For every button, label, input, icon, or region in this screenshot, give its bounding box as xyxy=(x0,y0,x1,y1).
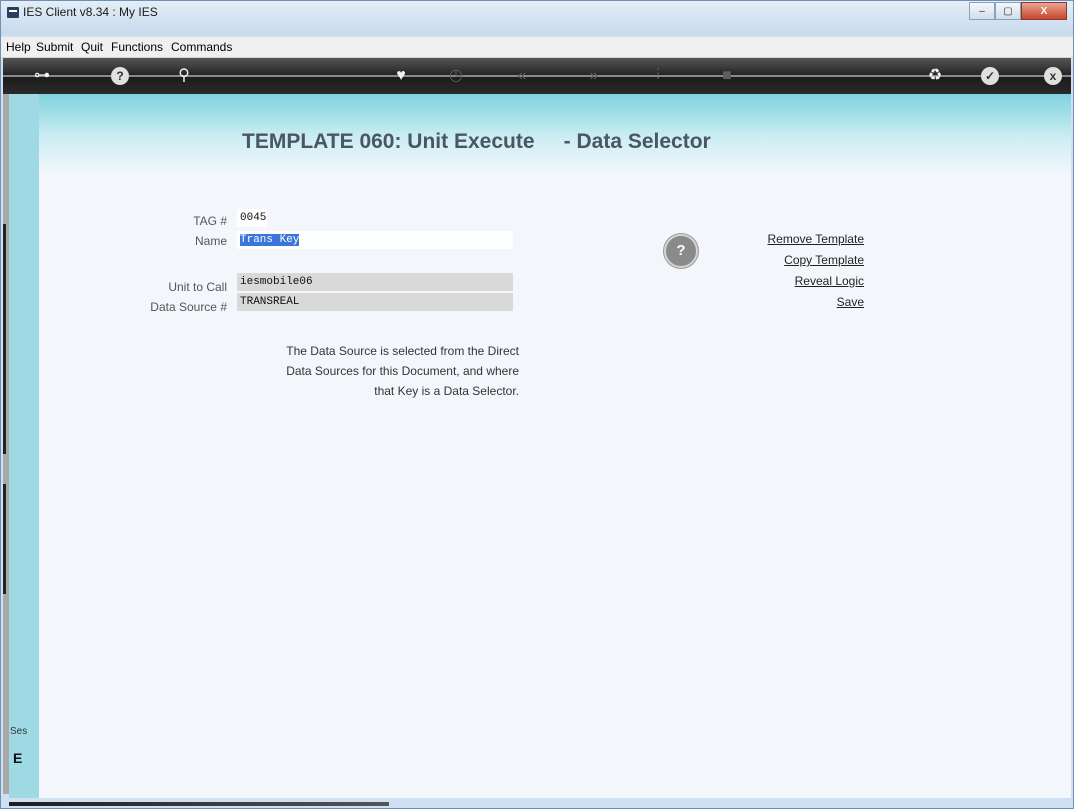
search-icon[interactable]: ⚲ xyxy=(173,65,195,87)
menu-quit[interactable]: Quit xyxy=(81,40,103,54)
key-icon[interactable]: ⊶ xyxy=(31,65,53,87)
main-content: Ses E TEMPLATE 060: Unit Execute - Data … xyxy=(9,94,1071,798)
session-label: Ses xyxy=(10,726,28,737)
rewind-icon[interactable]: « xyxy=(511,65,533,87)
forward-icon[interactable]: » xyxy=(583,65,605,87)
menu-submit[interactable]: Submit xyxy=(36,40,73,54)
frame-shadow-top xyxy=(3,224,6,454)
template-actions: Remove Template Copy Template Reveal Log… xyxy=(709,232,865,312)
status-bar xyxy=(9,798,1071,808)
note-line-1: The Data Source is selected from the Dir… xyxy=(286,344,519,358)
note-line-3: that Key is a Data Selector. xyxy=(374,384,519,398)
data-source-label: Data Source # xyxy=(150,300,227,314)
menu-commands[interactable]: Commands xyxy=(171,40,232,54)
close-window-button[interactable]: X xyxy=(1021,2,1067,20)
title-bar: IES Client v8.34 : My IES – ▢ X xyxy=(1,1,1073,35)
tools-icon[interactable]: ⫶ xyxy=(647,65,669,87)
menu-help[interactable]: Help xyxy=(6,40,31,54)
window-title: IES Client v8.34 : My IES xyxy=(23,5,158,19)
check-icon[interactable]: ✓ xyxy=(981,67,999,85)
maximize-button[interactable]: ▢ xyxy=(995,2,1021,20)
page-title: TEMPLATE 060: Unit Execute - Data Select… xyxy=(242,130,711,153)
name-label: Name xyxy=(194,234,227,248)
toolbar: ⊶ ? ⚲ ♥ ◷ « » ⫶ ■ ♻ ✓ x xyxy=(3,58,1071,94)
frame-shadow-bottom xyxy=(3,484,6,594)
remove-template-link[interactable]: Remove Template xyxy=(768,232,865,246)
note-line-2: Data Sources for this Document, and wher… xyxy=(286,364,519,378)
app-window: IES Client v8.34 : My IES – ▢ X Help Sub… xyxy=(0,0,1074,809)
data-source-note: The Data Source is selected from the Dir… xyxy=(229,341,519,401)
menu-functions[interactable]: Functions xyxy=(111,40,163,54)
window-controls: – ▢ X xyxy=(969,2,1067,20)
app-icon xyxy=(7,7,19,18)
name-field[interactable]: Trans Key xyxy=(237,231,513,249)
menu-bar: Help Submit Quit Functions Commands xyxy=(1,37,1073,58)
close-icon[interactable]: x xyxy=(1044,67,1062,85)
recycle-icon[interactable]: ♻ xyxy=(924,65,946,87)
help-icon[interactable]: ? xyxy=(111,67,129,85)
name-field-value: Trans Key xyxy=(240,234,300,246)
reveal-logic-link[interactable]: Reveal Logic xyxy=(795,274,864,288)
stop-icon[interactable]: ■ xyxy=(716,65,738,87)
save-link[interactable]: Save xyxy=(837,295,864,309)
session-sidebar: Ses E xyxy=(9,94,39,798)
status-progress xyxy=(9,802,389,806)
minimize-button[interactable]: – xyxy=(969,2,995,20)
tag-field[interactable]: 0045 xyxy=(237,209,267,227)
session-glyph[interactable]: E xyxy=(13,750,22,766)
question-icon[interactable]: ? xyxy=(664,234,698,268)
heart-icon[interactable]: ♥ xyxy=(390,65,412,87)
tag-label: TAG # xyxy=(193,214,227,228)
unit-to-call-field[interactable]: iesmobile06 xyxy=(237,273,513,291)
data-source-field[interactable]: TRANSREAL xyxy=(237,293,513,311)
clock-icon[interactable]: ◷ xyxy=(445,65,467,87)
copy-template-link[interactable]: Copy Template xyxy=(784,253,864,267)
unit-to-call-label: Unit to Call xyxy=(168,280,227,294)
toolbar-divider xyxy=(3,75,1071,77)
